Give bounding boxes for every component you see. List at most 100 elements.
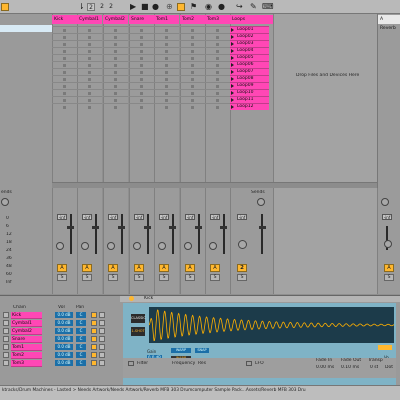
automation-arm-button[interactable] — [177, 3, 185, 11]
clip-stop-icon[interactable] — [114, 36, 117, 39]
track-activator[interactable]: A — [134, 264, 144, 272]
clip-slot[interactable] — [103, 68, 128, 75]
clip-stop-icon[interactable] — [114, 99, 117, 102]
clip-stop-icon[interactable] — [165, 106, 168, 109]
loops-track-activator[interactable]: 2 — [237, 264, 247, 272]
clip-slot[interactable] — [205, 89, 230, 96]
clip-slot[interactable] — [103, 54, 128, 61]
chain-select-button[interactable] — [3, 312, 9, 318]
selected-scene-row[interactable] — [0, 25, 52, 32]
chain-row[interactable]: Cymbal1 — [11, 320, 42, 327]
keyboard-icon[interactable]: ⌨ — [262, 2, 274, 12]
chain-solo-button[interactable] — [99, 344, 105, 350]
re-enable-automation-icon[interactable]: ⚑ — [190, 2, 197, 12]
chain-volume[interactable]: 0.0 dB — [55, 320, 73, 326]
clip-stop-icon[interactable] — [88, 50, 91, 53]
clip-stop-icon[interactable] — [88, 64, 91, 67]
loops-solo-button[interactable]: S — [237, 274, 247, 281]
solo-button[interactable]: S — [210, 274, 220, 281]
clip-stop-icon[interactable] — [216, 29, 219, 32]
clip-stop-icon[interactable] — [191, 36, 194, 39]
clip-play-icon[interactable] — [231, 28, 234, 32]
clip-play-icon[interactable] — [231, 77, 234, 81]
clip-stop-icon[interactable] — [63, 57, 66, 60]
loop-clip[interactable]: Loop02 — [230, 33, 269, 40]
clip-stop-icon[interactable] — [165, 64, 168, 67]
chain-select-button[interactable] — [3, 328, 9, 334]
solo-button[interactable]: S — [185, 274, 195, 281]
follow-icon[interactable]: ↪ — [236, 2, 243, 12]
track-header-tom2[interactable]: Tom2 — [180, 15, 205, 24]
chain-activator-button[interactable] — [91, 360, 97, 366]
clip-stop-icon[interactable] — [165, 50, 168, 53]
clip-slot[interactable] — [205, 75, 230, 82]
clip-slot[interactable] — [103, 40, 128, 47]
loops-fader[interactable] — [259, 226, 266, 229]
clip-slot[interactable] — [205, 47, 230, 54]
clip-slot[interactable] — [77, 68, 102, 75]
clip-slot[interactable] — [77, 75, 102, 82]
clip-slot[interactable] — [129, 68, 154, 75]
pan-knob[interactable] — [81, 242, 89, 250]
clip-stop-icon[interactable] — [191, 43, 194, 46]
clip-slot[interactable] — [103, 75, 128, 82]
chain-select-button[interactable] — [3, 336, 9, 342]
clip-stop-icon[interactable] — [88, 85, 91, 88]
clip-stop-icon[interactable] — [88, 99, 91, 102]
track-header-cymbal1[interactable]: Cymbal1 — [77, 15, 102, 24]
chain-solo-button[interactable] — [99, 328, 105, 334]
classic-mode-button[interactable]: CLASSIC — [131, 314, 146, 323]
clip-stop-icon[interactable] — [88, 71, 91, 74]
volume-fader[interactable] — [144, 226, 151, 229]
pan-knob[interactable] — [209, 242, 217, 250]
volume-fader[interactable] — [169, 226, 176, 229]
clip-play-icon[interactable] — [231, 98, 234, 102]
clip-play-icon[interactable] — [231, 49, 234, 53]
clip-slot[interactable] — [205, 33, 230, 40]
pan-knob[interactable] — [158, 242, 166, 250]
clip-stop-icon[interactable] — [63, 92, 66, 95]
clip-slot[interactable] — [77, 82, 102, 89]
clip-stop-icon[interactable] — [114, 71, 117, 74]
snap-button[interactable]: SNAP — [195, 348, 209, 353]
clip-stop-icon[interactable] — [63, 64, 66, 67]
volume-display[interactable]: -inf — [159, 214, 169, 220]
clip-slot[interactable] — [77, 96, 102, 103]
clip-stop-icon[interactable] — [191, 29, 194, 32]
clip-slot[interactable] — [77, 54, 102, 61]
clip-slot[interactable] — [154, 103, 179, 110]
clip-slot[interactable] — [154, 75, 179, 82]
clip-stop-icon[interactable] — [140, 64, 143, 67]
clip-slot[interactable] — [154, 68, 179, 75]
clip-slot[interactable] — [154, 54, 179, 61]
clip-stop-icon[interactable] — [191, 71, 194, 74]
chain-volume[interactable]: 0.0 dB — [55, 312, 73, 318]
clip-stop-icon[interactable] — [165, 57, 168, 60]
clip-stop-icon[interactable] — [88, 92, 91, 95]
chain-row[interactable]: Tom2 — [11, 352, 42, 359]
clip-slot[interactable] — [154, 61, 179, 68]
chain-solo-button[interactable] — [99, 352, 105, 358]
clip-stop-icon[interactable] — [140, 71, 143, 74]
chain-select-button[interactable] — [3, 320, 9, 326]
clip-slot[interactable] — [77, 61, 102, 68]
clip-stop-icon[interactable] — [140, 36, 143, 39]
loop-clip[interactable]: Loop01 — [230, 26, 269, 33]
track-header-kick[interactable]: Kick — [52, 15, 77, 24]
solo-button[interactable]: S — [159, 274, 169, 281]
clip-slot[interactable] — [205, 26, 230, 33]
clip-slot[interactable] — [52, 33, 77, 40]
beat-number[interactable]: 2 — [98, 3, 106, 11]
chain-volume[interactable]: 0.0 dB — [55, 352, 73, 358]
volume-display[interactable]: -inf — [82, 214, 92, 220]
clip-slot[interactable] — [52, 61, 77, 68]
clip-stop-icon[interactable] — [191, 99, 194, 102]
clip-stop-icon[interactable] — [216, 50, 219, 53]
clip-stop-icon[interactable] — [140, 43, 143, 46]
clip-stop-icon[interactable] — [216, 99, 219, 102]
chain-activator-button[interactable] — [91, 312, 97, 318]
loop-clip[interactable]: Loop10 — [230, 89, 269, 96]
clip-slot[interactable] — [103, 96, 128, 103]
chain-activator-button[interactable] — [91, 328, 97, 334]
clip-stop-icon[interactable] — [140, 57, 143, 60]
